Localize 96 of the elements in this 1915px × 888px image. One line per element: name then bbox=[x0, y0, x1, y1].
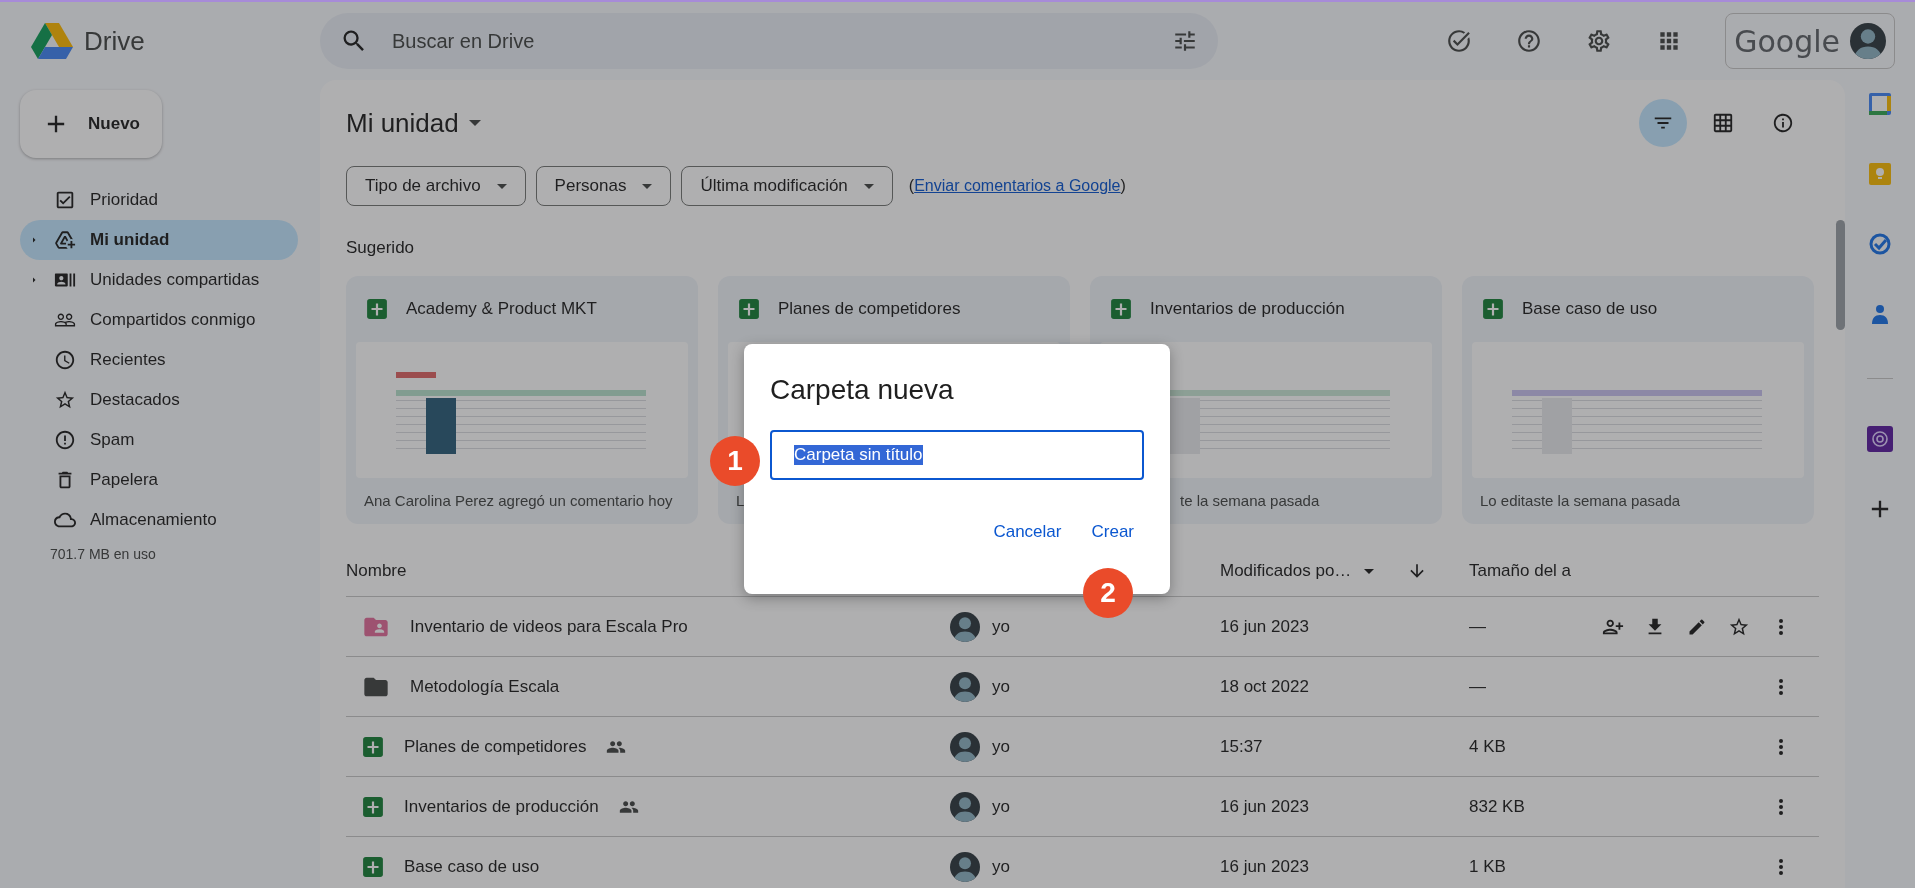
alert-icon bbox=[54, 429, 76, 451]
file-size: 832 KB bbox=[1469, 796, 1525, 817]
modified-date: 15:37 bbox=[1220, 736, 1264, 757]
more-icon bbox=[1779, 618, 1783, 635]
modified-date: 16 jun 2023 bbox=[1220, 856, 1310, 877]
sidebar-item[interactable]: Papelera bbox=[20, 460, 298, 500]
filter-chip[interactable]: Última modificación bbox=[681, 166, 893, 206]
caret-icon bbox=[642, 183, 653, 189]
scrollbar-thumb[interactable] bbox=[1836, 220, 1845, 330]
modified-date: 16 jun 2023 bbox=[1220, 616, 1310, 637]
drive-icon bbox=[54, 229, 76, 251]
clock-icon bbox=[54, 349, 76, 371]
card-title: Academy & Product MKT bbox=[406, 299, 597, 319]
search-field[interactable]: Buscar en Drive bbox=[390, 28, 1150, 54]
file-size: — bbox=[1469, 676, 1486, 697]
more-icon bbox=[1779, 798, 1783, 815]
card-activity: Lo editaste la semana pasada bbox=[1479, 491, 1682, 509]
more-icon bbox=[1779, 858, 1783, 875]
spiral-icon bbox=[1867, 426, 1893, 452]
spreadsheet-icon bbox=[1482, 298, 1504, 320]
owner: yo bbox=[992, 676, 1010, 697]
card-title: Base caso de uso bbox=[1522, 299, 1658, 319]
file-size: 1 KB bbox=[1469, 856, 1506, 877]
star-icon bbox=[54, 389, 76, 411]
filter-chip[interactable]: Tipo de archivo bbox=[346, 166, 526, 206]
lightbulb-icon bbox=[1868, 162, 1892, 186]
file-name[interactable]: Inventarios de producción bbox=[404, 796, 599, 817]
owner: yo bbox=[992, 796, 1010, 817]
sidebar-item[interactable]: Mi unidad bbox=[20, 220, 298, 260]
grid-icon bbox=[1712, 112, 1734, 134]
page-title[interactable]: Mi unidad bbox=[346, 107, 487, 139]
sidebar-item[interactable]: Unidades compartidas bbox=[20, 260, 298, 300]
file-name[interactable]: Metodología Escala bbox=[410, 676, 560, 697]
new-button[interactable]: Nuevo bbox=[20, 90, 162, 158]
feedback-note: (Enviar comentarios a Google) bbox=[908, 177, 1126, 195]
modified-date: 18 oct 2022 bbox=[1220, 676, 1310, 697]
card-activity: Ana Carolina Perez agregó un comentario hoy bbox=[363, 491, 674, 509]
caret-icon bbox=[496, 183, 507, 189]
feedback-link[interactable]: Enviar comentarios a Google bbox=[914, 177, 1121, 194]
calendar-icon bbox=[1868, 92, 1892, 116]
file-size: — bbox=[1469, 616, 1486, 637]
owner: yo bbox=[992, 616, 1010, 637]
card-activity: te la semana pasada bbox=[1179, 491, 1321, 509]
info-icon bbox=[1772, 112, 1794, 134]
pencil-icon bbox=[1687, 616, 1707, 637]
file-name[interactable]: Planes de competidores bbox=[404, 736, 587, 757]
help-icon bbox=[1516, 28, 1543, 54]
spreadsheet-icon bbox=[1110, 298, 1132, 320]
avatar-icon bbox=[950, 791, 980, 822]
spreadsheet-icon bbox=[366, 298, 388, 320]
card-title: Planes de competidores bbox=[778, 299, 961, 319]
file-name[interactable]: Base caso de uso bbox=[404, 856, 540, 877]
spreadsheet-icon bbox=[362, 855, 384, 878]
logo-icon bbox=[30, 21, 74, 61]
avatar-icon bbox=[950, 731, 980, 762]
column-header[interactable]: Modificados po… bbox=[1220, 561, 1352, 581]
caret-icon bbox=[863, 183, 874, 189]
modified-date: 16 jun 2023 bbox=[1220, 796, 1310, 817]
account-button[interactable]: Google bbox=[1725, 13, 1895, 69]
owner: yo bbox=[992, 736, 1010, 757]
suggested-file-card[interactable]: Academy & Product MKT Ana Carolina Perez agregó un comentario hoy bbox=[346, 276, 698, 524]
avatar-icon bbox=[950, 851, 980, 882]
filter-settings-icon[interactable] bbox=[1172, 28, 1198, 54]
sidebar-item[interactable]: Spam bbox=[20, 420, 298, 460]
sidebar-item[interactable]: Destacados bbox=[20, 380, 298, 420]
checkbox-icon bbox=[54, 189, 76, 211]
spreadsheet-icon bbox=[362, 795, 384, 818]
folder-name-field[interactable]: Carpeta sin título bbox=[770, 430, 1144, 480]
avatar-icon bbox=[1850, 23, 1886, 59]
more-icon bbox=[1779, 678, 1783, 695]
avatar-icon bbox=[950, 611, 980, 642]
sidebar-item[interactable]: Compartidos conmigo bbox=[20, 300, 298, 340]
sidebar-item[interactable]: Recientes bbox=[20, 340, 298, 380]
owner: yo bbox=[992, 856, 1010, 877]
sidebar-item[interactable]: Prioridad bbox=[20, 180, 298, 220]
filter-chip[interactable]: Personas bbox=[535, 166, 672, 206]
storage-usage: 701.7 MB en uso bbox=[49, 546, 157, 562]
check-circle-icon bbox=[1868, 232, 1892, 256]
filter-button[interactable] bbox=[1639, 99, 1687, 147]
dialog-title: Carpeta nueva bbox=[770, 374, 955, 406]
spreadsheet-icon bbox=[362, 735, 384, 758]
suggested-file-card[interactable]: Base caso de uso Lo editaste la semana pasada bbox=[1462, 276, 1814, 524]
column-header[interactable]: Tamaño del a bbox=[1469, 561, 1819, 581]
section-heading: Sugerido bbox=[346, 238, 416, 258]
caret-icon bbox=[468, 120, 481, 126]
spreadsheet-icon bbox=[738, 298, 760, 320]
search-bar[interactable]: Buscar en Drive bbox=[320, 13, 1218, 69]
app-name: Drive bbox=[84, 25, 145, 57]
dialog-button[interactable]: Cancelar bbox=[983, 514, 1072, 550]
more-icon bbox=[1779, 738, 1783, 755]
file-size: 4 KB bbox=[1469, 736, 1506, 757]
sidebar-item[interactable]: Almacenamiento bbox=[20, 500, 298, 540]
card-activity: L bbox=[735, 491, 746, 509]
card-title: Inventarios de producción bbox=[1150, 299, 1345, 319]
avatar-icon bbox=[950, 671, 980, 702]
file-name[interactable]: Inventario de videos para Escala Pro bbox=[410, 616, 688, 637]
